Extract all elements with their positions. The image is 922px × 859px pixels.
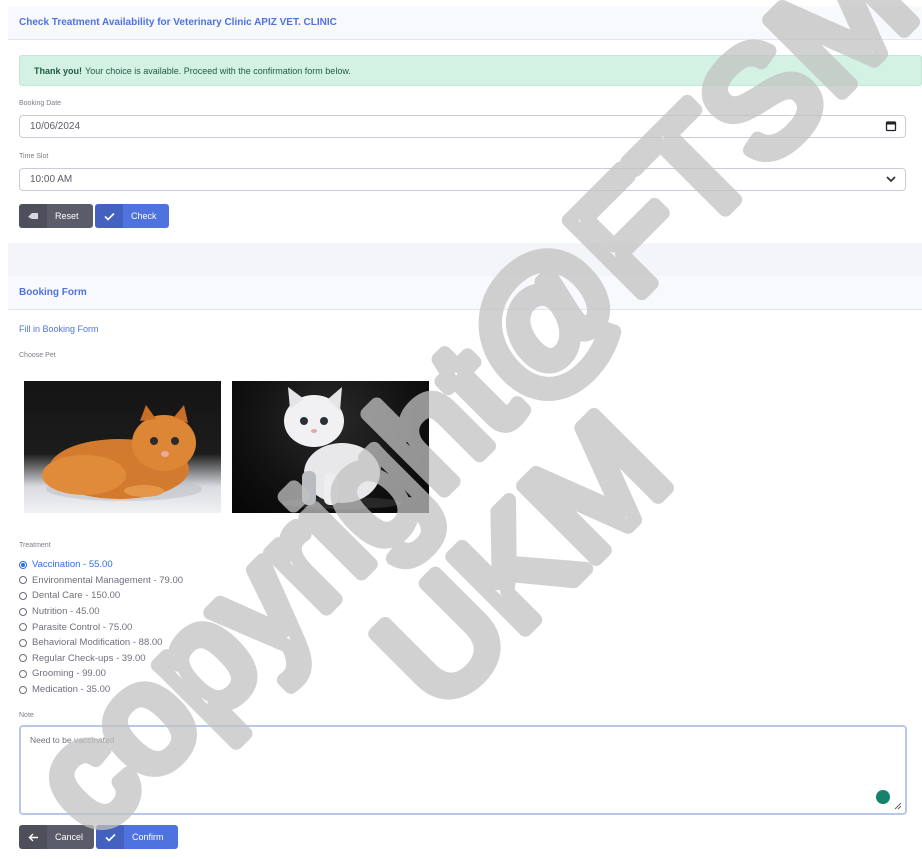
booking-card-header: Booking Form <box>8 276 922 310</box>
grammar-assistant-icon[interactable] <box>876 790 890 804</box>
alert-bold-text: Thank you! <box>34 65 83 76</box>
note-value: Need to be vaccinated <box>30 735 115 745</box>
radio-button[interactable] <box>19 685 27 694</box>
time-slot-label: Time Slot <box>19 153 49 160</box>
check-button[interactable]: Check <box>95 204 169 228</box>
treatment-option-label: Grooming - 99.00 <box>32 668 106 680</box>
treatment-option-label: Nutrition - 45.00 <box>32 606 100 618</box>
treatment-option[interactable]: Vaccination - 55.00 <box>19 557 183 573</box>
treatment-radio-group: Vaccination - 55.00 Environmental Manage… <box>19 557 183 697</box>
orange-cat-image <box>42 405 202 501</box>
confirm-button[interactable]: Confirm <box>96 825 178 849</box>
availability-title: Check Treatment Availability for Veterin… <box>19 17 337 28</box>
check-icon <box>95 204 123 228</box>
booking-date-input[interactable]: 10/06/2024 <box>19 115 906 138</box>
confirm-label: Confirm <box>132 832 164 842</box>
radio-button[interactable] <box>19 669 27 678</box>
time-slot-value: 10:00 AM <box>30 174 73 185</box>
treatment-option[interactable]: Behavioral Modification - 88.00 <box>19 635 183 651</box>
treatment-option-label: Vaccination - 55.00 <box>32 559 113 571</box>
booking-title: Booking Form <box>19 287 87 298</box>
choose-pet-label: Choose Pet <box>19 352 56 359</box>
reset-label: Reset <box>55 211 79 221</box>
resize-handle-icon[interactable] <box>893 801 902 810</box>
alert-message: Your choice is available. Proceed with t… <box>85 65 351 76</box>
eraser-icon <box>19 204 47 228</box>
cancel-button[interactable]: Cancel <box>19 825 94 849</box>
success-alert: Thank you! Your choice is available. Pro… <box>19 55 922 86</box>
radio-button[interactable] <box>19 591 27 600</box>
treatment-label: Treatment <box>19 542 51 549</box>
chevron-down-icon <box>886 176 896 183</box>
pet-option-orange-cat[interactable] <box>24 381 221 513</box>
pet-option-white-kitten[interactable] <box>232 381 429 513</box>
radio-button[interactable] <box>19 607 27 616</box>
treatment-option-label: Medication - 35.00 <box>32 684 111 696</box>
treatment-option-label: Regular Check-ups - 39.00 <box>32 652 146 664</box>
treatment-option[interactable]: Dental Care - 150.00 <box>19 588 183 604</box>
cancel-label: Cancel <box>55 832 84 842</box>
treatment-option[interactable]: Grooming - 99.00 <box>19 666 183 682</box>
radio-button[interactable] <box>19 638 27 647</box>
radio-button[interactable] <box>19 560 27 569</box>
white-kitten-image <box>282 387 402 509</box>
note-textarea[interactable]: Need to be vaccinated <box>19 725 907 815</box>
booking-date-value: 10/06/2024 <box>30 121 81 132</box>
booking-subtitle: Fill in Booking Form <box>19 324 99 334</box>
check-icon <box>96 825 124 849</box>
arrow-left-icon <box>19 825 47 849</box>
radio-button[interactable] <box>19 623 27 632</box>
section-divider <box>8 243 922 276</box>
treatment-option[interactable]: Nutrition - 45.00 <box>19 604 183 620</box>
treatment-option[interactable]: Parasite Control - 75.00 <box>19 619 183 635</box>
reset-button[interactable]: Reset <box>19 204 93 228</box>
radio-button[interactable] <box>19 654 27 663</box>
treatment-option[interactable]: Medication - 35.00 <box>19 682 183 698</box>
calendar-icon[interactable] <box>885 120 897 132</box>
treatment-option[interactable]: Environmental Management - 79.00 <box>19 573 183 589</box>
availability-card-header: Check Treatment Availability for Veterin… <box>8 6 922 40</box>
treatment-option-label: Behavioral Modification - 88.00 <box>32 637 163 649</box>
check-label: Check <box>131 211 157 221</box>
booking-date-label: Booking Date <box>19 100 62 107</box>
treatment-option-label: Parasite Control - 75.00 <box>32 621 133 633</box>
treatment-option-label: Environmental Management - 79.00 <box>32 574 184 586</box>
note-label: Note <box>19 712 34 719</box>
treatment-option-label: Dental Care - 150.00 <box>32 590 121 602</box>
radio-button[interactable] <box>19 576 27 585</box>
time-slot-select[interactable]: 10:00 AM <box>19 168 906 191</box>
treatment-option[interactable]: Regular Check-ups - 39.00 <box>19 651 183 667</box>
